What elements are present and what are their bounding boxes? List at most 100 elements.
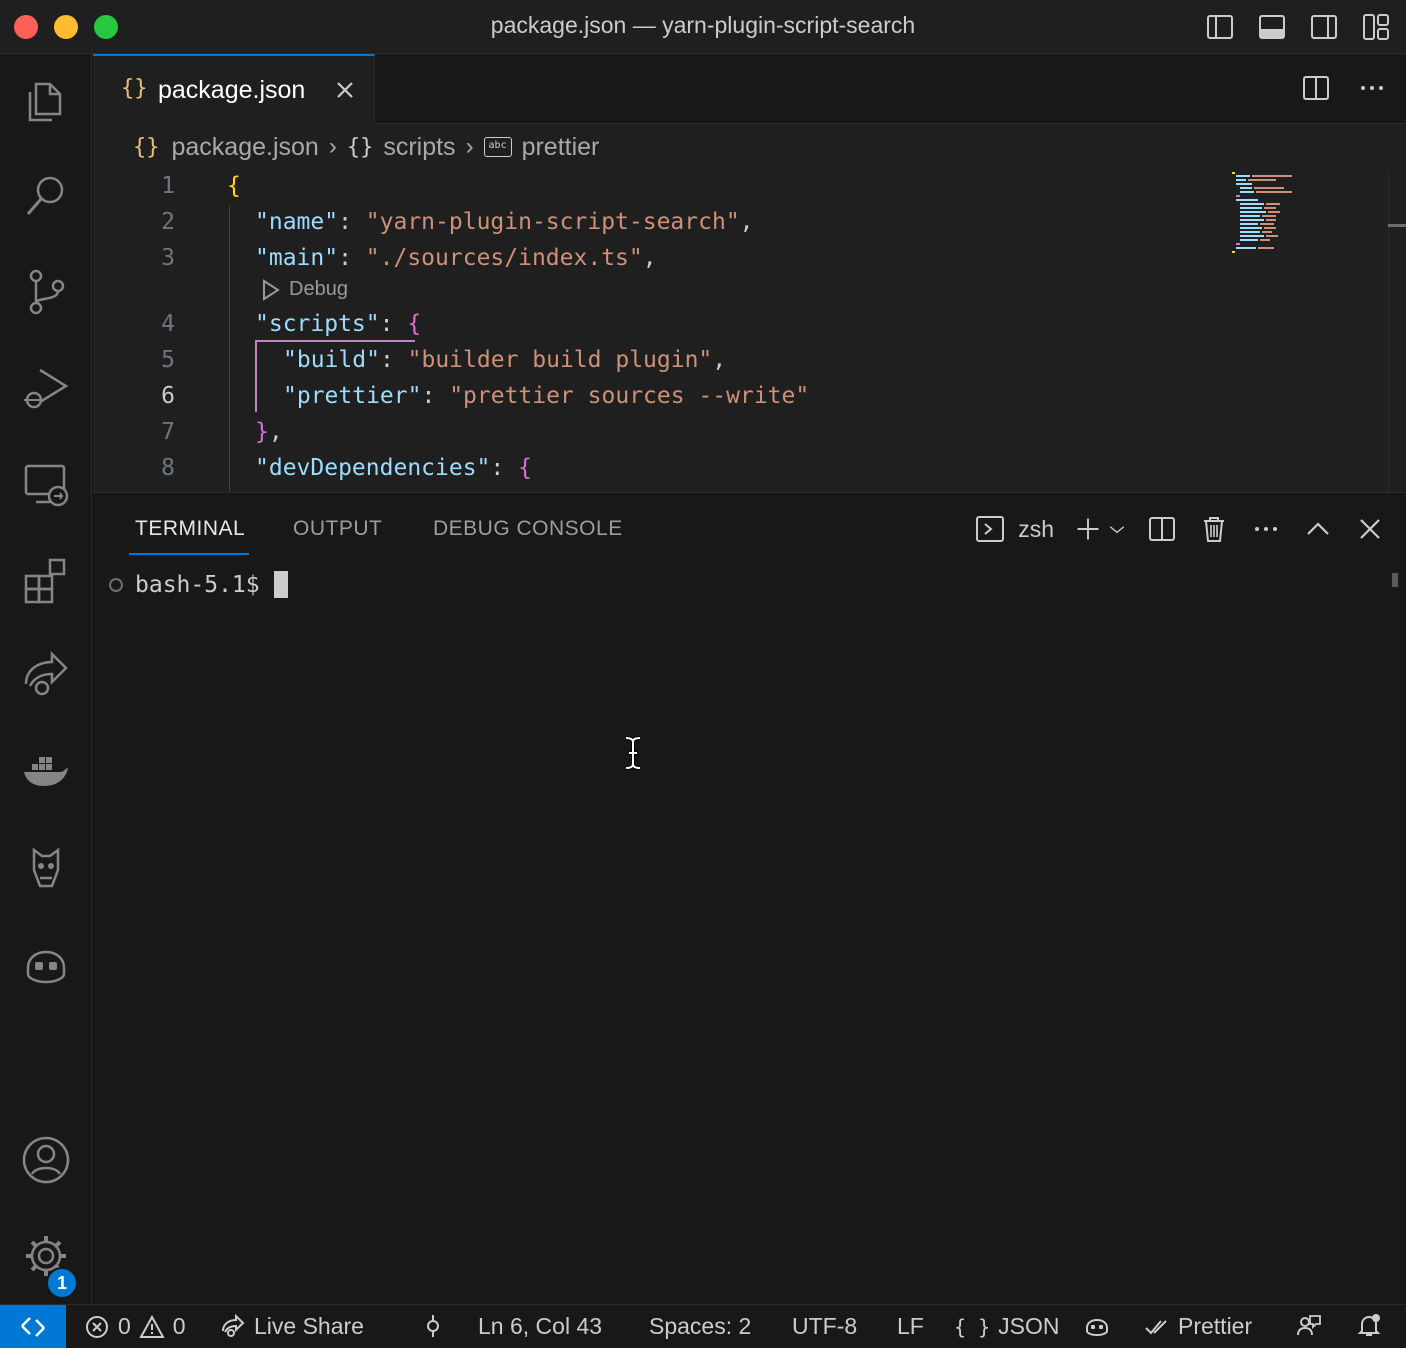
active-indent-guide bbox=[255, 340, 415, 342]
tab-output[interactable]: OUTPUT bbox=[293, 517, 382, 541]
terminal-cursor bbox=[273, 571, 288, 598]
object-icon: {} bbox=[346, 134, 374, 160]
double-check-icon bbox=[1145, 1319, 1167, 1334]
active-tab-indicator bbox=[129, 553, 249, 555]
json-language-icon: { } bbox=[954, 1314, 991, 1339]
language-label: JSON bbox=[998, 1313, 1060, 1339]
error-count: 0 bbox=[118, 1313, 131, 1339]
terminal-icon[interactable] bbox=[974, 513, 1006, 545]
settings-notification-badge: 1 bbox=[46, 1267, 78, 1299]
bell-icon bbox=[1357, 1314, 1381, 1336]
indent-guide bbox=[229, 206, 230, 492]
tab-label: package.json bbox=[158, 76, 306, 104]
chevron-right-icon: › bbox=[465, 133, 474, 160]
split-editor-icon[interactable] bbox=[1300, 72, 1332, 104]
notifications-button[interactable] bbox=[1356, 1313, 1382, 1339]
json-file-icon: {} bbox=[121, 76, 148, 101]
manage-gear-icon[interactable]: 1 bbox=[0, 1210, 92, 1302]
code-line: "name": "yarn-plugin-script-search", bbox=[255, 209, 754, 235]
activity-bar: 1 bbox=[0, 54, 92, 1304]
minimap[interactable] bbox=[1226, 170, 1316, 262]
terminal-prompt-line[interactable]: bash-5.1$ bbox=[109, 571, 288, 598]
line-number-active: 6 bbox=[161, 383, 175, 409]
eol-setting[interactable]: LF bbox=[897, 1313, 924, 1340]
search-icon[interactable] bbox=[0, 150, 92, 242]
docker-icon[interactable] bbox=[0, 726, 92, 818]
close-icon[interactable] bbox=[333, 78, 357, 102]
split-terminal-icon[interactable] bbox=[1146, 513, 1178, 545]
code-line: "devDependencies": { bbox=[255, 455, 532, 481]
extension-robot-icon[interactable] bbox=[0, 822, 92, 914]
tab-package-json[interactable]: {} package.json bbox=[93, 54, 375, 124]
bottom-panel: TERMINAL OUTPUT DEBUG CONSOLE zsh bash-5… bbox=[93, 492, 1406, 1304]
tab-terminal[interactable]: TERMINAL bbox=[135, 517, 245, 541]
window-title: package.json — yarn-plugin-script-search bbox=[490, 12, 916, 38]
string-icon: abc bbox=[483, 137, 512, 157]
chevron-down-icon[interactable] bbox=[1108, 513, 1126, 545]
formatter-label: Prettier bbox=[1178, 1313, 1253, 1339]
source-control-icon[interactable] bbox=[0, 246, 92, 338]
editor-tabs: {} package.json bbox=[93, 54, 1406, 124]
warning-count: 0 bbox=[172, 1313, 186, 1339]
breadcrumb-file[interactable]: package.json bbox=[172, 133, 319, 162]
play-icon bbox=[263, 278, 280, 301]
maximize-panel-icon[interactable] bbox=[1302, 513, 1334, 545]
trash-icon[interactable] bbox=[1198, 513, 1230, 545]
scrollbar-cursor-marker bbox=[1388, 224, 1406, 227]
title-bar: package.json — yarn-plugin-script-search bbox=[0, 0, 1406, 54]
error-icon bbox=[86, 1315, 108, 1338]
line-number: 1 bbox=[161, 173, 175, 199]
live-share-status[interactable]: Live Share bbox=[220, 1313, 364, 1340]
code-line: "scripts": { bbox=[255, 311, 422, 337]
line-number: 8 bbox=[161, 455, 175, 481]
more-actions-icon[interactable] bbox=[1250, 513, 1282, 545]
source-control-status[interactable] bbox=[420, 1313, 446, 1339]
new-terminal-icon[interactable] bbox=[1074, 513, 1102, 545]
encoding-setting[interactable]: UTF-8 bbox=[792, 1313, 857, 1340]
copilot-icon bbox=[1086, 1318, 1108, 1337]
indentation-setting[interactable]: Spaces: 2 bbox=[649, 1313, 751, 1340]
close-panel-icon[interactable] bbox=[1354, 513, 1386, 545]
code-editor[interactable]: 1 2 3 4 5 6 7 8 { "name": "yarn-plugin-s… bbox=[93, 170, 1406, 492]
remote-icon bbox=[21, 1317, 45, 1337]
line-number: 3 bbox=[161, 245, 175, 271]
breadcrumb: {} package.json › {} scripts › abc prett… bbox=[93, 124, 1406, 170]
cursor-position[interactable]: Ln 6, Col 43 bbox=[478, 1313, 602, 1340]
status-bar: 0 0 Live Share Ln 6, Col 43 Spaces: 2 UT… bbox=[0, 1304, 1406, 1348]
terminal-scrollbar[interactable] bbox=[1392, 573, 1398, 587]
code-line-active: "prettier": "prettier sources --write" bbox=[283, 383, 810, 409]
active-indent-guide bbox=[255, 342, 257, 412]
run-and-debug-icon[interactable] bbox=[0, 342, 92, 434]
tab-debug-console[interactable]: DEBUG CONSOLE bbox=[433, 517, 623, 541]
extensions-icon[interactable] bbox=[0, 534, 92, 626]
copilot-status[interactable] bbox=[1084, 1313, 1110, 1339]
text-cursor-icon bbox=[625, 736, 641, 770]
problems-indicator[interactable]: 0 0 bbox=[84, 1313, 186, 1340]
toggle-secondary-sidebar-icon[interactable] bbox=[1308, 11, 1340, 43]
code-line: { bbox=[227, 173, 241, 199]
terminal-name[interactable]: zsh bbox=[1018, 516, 1054, 543]
breadcrumb-key[interactable]: prettier bbox=[522, 133, 600, 162]
command-decoration-icon bbox=[109, 577, 123, 592]
remote-explorer-icon[interactable] bbox=[0, 438, 92, 530]
code-line: "build": "builder build plugin", bbox=[283, 347, 727, 373]
code-line: "main": "./sources/index.ts", bbox=[255, 245, 657, 271]
toggle-panel-icon[interactable] bbox=[1256, 11, 1288, 43]
line-number: 7 bbox=[161, 419, 175, 445]
toggle-primary-sidebar-icon[interactable] bbox=[1204, 11, 1236, 43]
editor-scrollbar[interactable] bbox=[1388, 170, 1406, 492]
accounts-icon[interactable] bbox=[0, 1114, 92, 1206]
line-number: 5 bbox=[161, 347, 175, 373]
debug-codelens[interactable]: Debug bbox=[261, 278, 348, 301]
breadcrumb-section[interactable]: scripts bbox=[383, 133, 455, 162]
live-share-icon[interactable] bbox=[0, 630, 92, 722]
more-actions-icon[interactable] bbox=[1356, 72, 1388, 104]
copilot-icon[interactable] bbox=[0, 918, 92, 1010]
prettier-status[interactable]: Prettier bbox=[1144, 1313, 1252, 1340]
language-mode[interactable]: { } JSON bbox=[954, 1313, 1059, 1340]
customize-layout-icon[interactable] bbox=[1360, 11, 1392, 43]
feedback-button[interactable] bbox=[1296, 1313, 1322, 1339]
remote-indicator[interactable] bbox=[0, 1305, 66, 1348]
explorer-icon[interactable] bbox=[0, 56, 92, 148]
chevron-right-icon: › bbox=[328, 133, 337, 160]
